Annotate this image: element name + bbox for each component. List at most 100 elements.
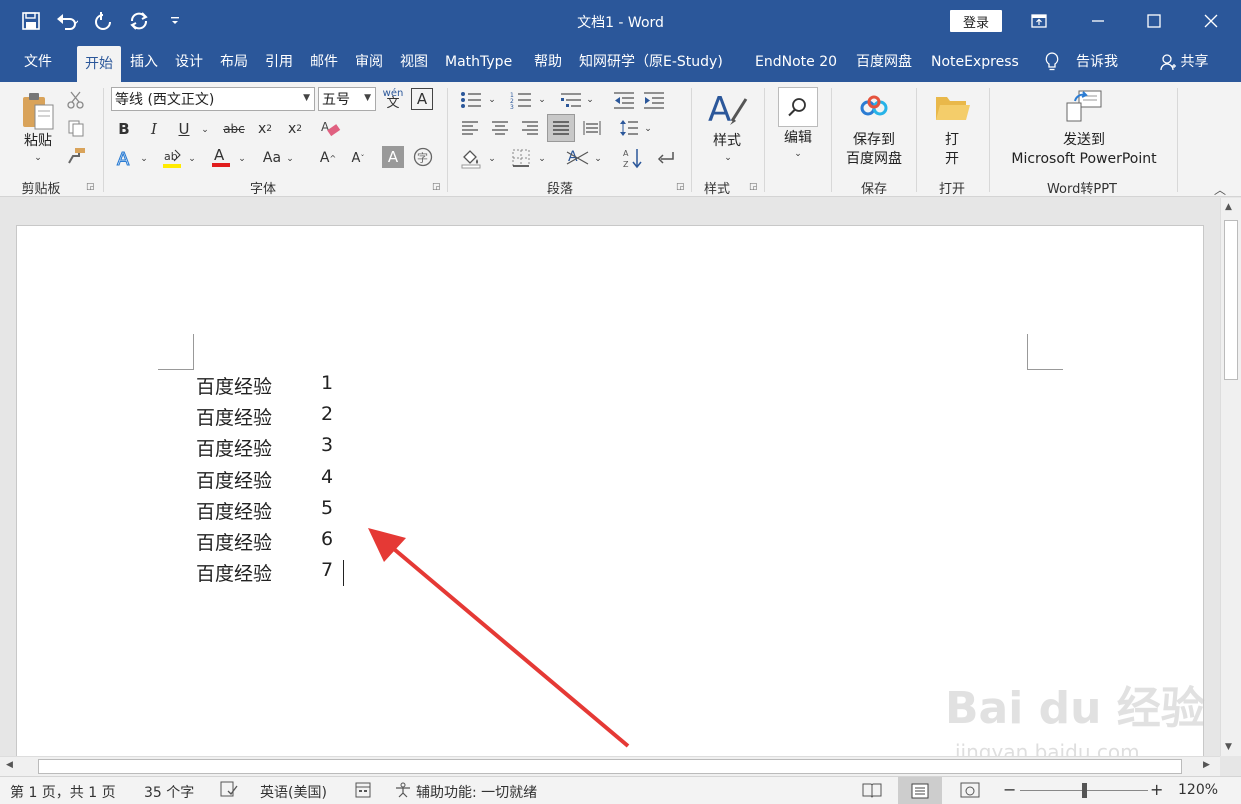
open-label-1[interactable]: 打 — [932, 131, 972, 150]
chevron-down-icon[interactable]: ⌄ — [721, 152, 735, 164]
ribbon-display-options-icon[interactable] — [1011, 0, 1067, 42]
save-to-baidu-label-1[interactable]: 保存到 — [834, 131, 914, 150]
chevron-down-icon[interactable]: ⌄ — [584, 90, 596, 110]
accessibility-status[interactable]: 辅助功能: 一切就绪 — [416, 782, 537, 802]
chevron-down-icon[interactable]: ⌄ — [791, 148, 805, 160]
styles-icon[interactable]: A — [704, 88, 750, 130]
tab-design[interactable]: 设计 — [167, 42, 211, 82]
tab-layout[interactable]: 布局 — [212, 42, 256, 82]
zoom-slider-thumb[interactable] — [1082, 783, 1087, 798]
decrease-indent-icon[interactable] — [612, 88, 636, 112]
tab-mailings[interactable]: 邮件 — [302, 42, 346, 82]
clear-formatting-icon[interactable]: A — [318, 118, 342, 140]
font-launcher-icon[interactable]: ◲ — [432, 182, 441, 192]
tab-endnote[interactable]: EndNote 20 — [747, 42, 845, 82]
tab-home[interactable]: 开始 — [77, 46, 121, 82]
chevron-down-icon[interactable]: ⌄ — [642, 119, 654, 139]
zoom-in-icon[interactable]: + — [1150, 780, 1163, 799]
paste-label[interactable]: 粘贴 — [18, 132, 58, 151]
tab-cnki[interactable]: 知网研学（原E-Study) — [571, 42, 731, 82]
accessibility-icon[interactable] — [394, 782, 412, 802]
styles-label[interactable]: 样式 — [704, 132, 750, 151]
grow-font-icon[interactable]: A ^ — [316, 146, 340, 170]
read-mode-icon[interactable] — [862, 782, 882, 802]
line-spacing-icon[interactable] — [616, 117, 642, 139]
change-case-icon[interactable]: Aa — [258, 146, 286, 170]
increase-indent-icon[interactable] — [642, 88, 666, 112]
lightbulb-icon[interactable] — [1036, 42, 1068, 82]
chevron-down-icon[interactable]: ⌄ — [536, 90, 548, 110]
tab-help[interactable]: 帮助 — [526, 42, 570, 82]
superscript-icon[interactable]: x2 — [284, 118, 306, 140]
maximize-icon[interactable] — [1126, 0, 1182, 42]
font-size-combo[interactable]: 五号 ▼ — [318, 87, 376, 111]
paste-dropdown-icon[interactable]: ⌄ — [30, 152, 46, 164]
tab-insert[interactable]: 插入 — [122, 42, 166, 82]
horizontal-scroll-thumb[interactable] — [38, 759, 1182, 774]
tab-file[interactable]: 文件 — [16, 42, 60, 82]
distributed-icon[interactable] — [580, 117, 604, 139]
login-button[interactable]: 登录 — [950, 10, 1002, 32]
macro-icon[interactable] — [355, 782, 371, 802]
numbering-icon[interactable]: 123 — [508, 88, 534, 112]
align-left-icon[interactable] — [458, 117, 482, 139]
chevron-down-icon[interactable]: ⌄ — [186, 150, 198, 168]
share-button[interactable]: 共享 — [1152, 42, 1216, 82]
editing-label[interactable]: 编辑 — [776, 129, 820, 148]
shrink-font-icon[interactable]: Aˇ — [346, 146, 370, 170]
open-label-2[interactable]: 开 — [932, 150, 972, 169]
clipboard-launcher-icon[interactable]: ◲ — [86, 182, 95, 192]
web-layout-icon[interactable] — [960, 782, 980, 802]
word-count[interactable]: 35 个字 — [144, 782, 194, 802]
format-painter-icon[interactable] — [66, 146, 88, 166]
tab-noteexpress[interactable]: NoteExpress — [923, 42, 1027, 82]
bold-icon[interactable]: B — [114, 118, 134, 140]
show-formatting-icon[interactable] — [654, 146, 678, 170]
chevron-down-icon[interactable]: ⌄ — [138, 150, 150, 168]
subscript-icon[interactable]: x2 — [254, 118, 276, 140]
cut-icon[interactable] — [66, 90, 86, 110]
baidu-netdisk-icon[interactable] — [856, 92, 892, 122]
copy-icon[interactable] — [66, 118, 86, 138]
tab-tell-me[interactable]: 告诉我 — [1068, 42, 1126, 82]
paste-icon[interactable] — [18, 88, 58, 134]
italic-icon[interactable]: I — [144, 118, 164, 140]
chevron-down-icon[interactable]: ⌄ — [284, 150, 296, 168]
text-effects-icon[interactable]: A — [114, 146, 136, 170]
scroll-up-icon[interactable]: ▲ — [1225, 202, 1232, 212]
underline-icon[interactable]: U — [174, 118, 194, 140]
send-to-ppt-icon[interactable] — [1064, 88, 1104, 124]
bullets-icon[interactable] — [458, 88, 484, 112]
phonetic-guide-icon[interactable]: wén 文 — [382, 87, 404, 111]
borders-icon[interactable] — [508, 146, 534, 170]
justify-icon[interactable] — [547, 114, 575, 142]
tab-references[interactable]: 引用 — [257, 42, 301, 82]
vertical-scroll-thumb[interactable] — [1224, 220, 1238, 380]
highlight-icon[interactable]: ab — [160, 146, 184, 170]
language-indicator[interactable]: 英语(美国) — [260, 782, 327, 802]
chevron-down-icon[interactable]: ⌄ — [486, 150, 498, 168]
enclose-characters-icon[interactable]: 字 — [412, 146, 434, 168]
styles-launcher-icon[interactable]: ◲ — [749, 182, 758, 192]
character-border-icon[interactable]: A — [411, 88, 433, 110]
chevron-down-icon[interactable]: ⌄ — [536, 150, 548, 168]
sort-icon[interactable]: AZ — [620, 146, 644, 170]
zoom-level[interactable]: 120% — [1178, 782, 1218, 798]
tab-review[interactable]: 审阅 — [347, 42, 391, 82]
multilevel-list-icon[interactable] — [558, 88, 584, 112]
page-count[interactable]: 第 1 页，共 1 页 — [10, 782, 116, 802]
close-icon[interactable] — [1183, 0, 1239, 42]
send-to-ppt-label-1[interactable]: 发送到 — [996, 131, 1172, 150]
font-name-combo[interactable]: 等线 (西文正文) ▼ — [111, 87, 315, 111]
chevron-down-icon[interactable]: ⌄ — [486, 90, 498, 110]
strikethrough-icon[interactable]: abc — [220, 118, 248, 140]
chinese-layout-icon[interactable]: A — [564, 146, 592, 170]
scroll-right-icon[interactable]: ▶ — [1203, 760, 1210, 770]
folder-open-icon[interactable] — [932, 92, 972, 124]
scroll-down-icon[interactable]: ▼ — [1225, 742, 1232, 752]
proofing-icon[interactable] — [220, 781, 238, 801]
chevron-down-icon[interactable]: ⌄ — [592, 150, 604, 168]
chevron-down-icon[interactable]: ⌄ — [198, 120, 212, 140]
character-shading-icon[interactable]: A — [382, 146, 404, 168]
shading-icon[interactable] — [458, 146, 484, 170]
